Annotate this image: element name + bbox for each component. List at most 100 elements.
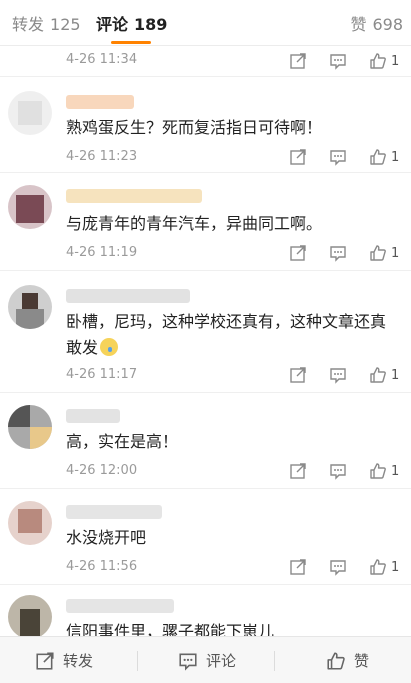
- comment-icon: [330, 150, 346, 166]
- username-blurred[interactable]: [66, 409, 120, 423]
- comment-item: 信阳事件里，骡子都能下崽儿: [0, 585, 411, 636]
- like-button[interactable]: 赞: [326, 637, 369, 683]
- comment-text: 高，实在是高！: [66, 432, 179, 451]
- repost-button[interactable]: 转发: [35, 637, 93, 683]
- share-button[interactable]: [289, 557, 307, 577]
- comment-time: 4-26 11:19: [66, 245, 138, 260]
- reply-button[interactable]: [329, 557, 347, 577]
- comment-time: 4-26 11:34: [66, 52, 138, 67]
- reply-button[interactable]: [329, 365, 347, 385]
- comment-button[interactable]: 评论: [178, 637, 236, 683]
- reply-button[interactable]: [329, 461, 347, 481]
- share-icon: [290, 463, 306, 479]
- like-count: 1: [391, 463, 400, 479]
- username-blurred[interactable]: [66, 505, 162, 519]
- tab-repost-count: 125: [50, 15, 81, 34]
- repost-label: 转发: [63, 652, 94, 670]
- thumbs-up-icon: [370, 53, 386, 69]
- like-button[interactable]: 1: [369, 243, 399, 263]
- username-blurred[interactable]: [66, 189, 202, 203]
- thumbs-up-icon: [370, 245, 386, 261]
- comment-item: 水没烧开吧 4-26 11:56 1: [0, 489, 411, 585]
- tab-comment[interactable]: 评论 189: [96, 11, 167, 35]
- comment-item: 与庞青年的青年汽车，异曲同工啊。 4-26 11:19 1: [0, 173, 411, 271]
- comment-icon: [330, 246, 346, 262]
- share-button[interactable]: [289, 243, 307, 263]
- reply-button[interactable]: [329, 243, 347, 263]
- thumbs-up-icon: [370, 149, 386, 165]
- comment-text: 与庞青年的青年汽车，异曲同工啊。: [66, 214, 323, 233]
- crying-face-emoji: [100, 338, 119, 356]
- username-blurred[interactable]: [66, 289, 190, 303]
- tab-repost[interactable]: 转发 125: [12, 11, 81, 35]
- comment-actions: 1: [271, 243, 411, 263]
- share-icon: [290, 149, 306, 165]
- tab-like-count: 698: [372, 15, 403, 34]
- comment-item: 4-26 11:34 1: [0, 47, 411, 77]
- tab-repost-label: 转发: [12, 15, 45, 34]
- tab-like-label: 赞: [350, 15, 367, 34]
- tab-comment-count: 189: [134, 15, 168, 34]
- like-count: 1: [391, 367, 400, 383]
- comment-actions: 1: [271, 51, 411, 71]
- comment-time: 4-26 11:17: [66, 367, 138, 382]
- share-button[interactable]: [289, 461, 307, 481]
- comment-icon: [330, 464, 346, 480]
- like-button[interactable]: 1: [369, 147, 399, 167]
- avatar[interactable]: [8, 405, 52, 449]
- comment-item: 熟鸡蛋反生？死而复活指日可待啊！ 4-26 11:23 1: [0, 77, 411, 173]
- comment-actions: 1: [271, 365, 411, 385]
- comment-text: 水没烧开吧: [66, 528, 147, 547]
- avatar[interactable]: [8, 285, 52, 329]
- comment-actions: 1: [271, 461, 411, 481]
- username-blurred[interactable]: [66, 599, 174, 613]
- comment-actions: 1: [271, 147, 411, 167]
- comment-item: 高，实在是高！ 4-26 12:00 1: [0, 393, 411, 489]
- like-count: 1: [391, 149, 400, 165]
- tab-like[interactable]: 赞 698: [350, 11, 403, 35]
- comment-text: 卧槽，尼玛，这种学校还真有，这种文章还真敢发: [66, 309, 395, 361]
- like-button[interactable]: 1: [369, 461, 399, 481]
- comment-time: 4-26 12:00: [66, 463, 138, 478]
- like-button[interactable]: 1: [369, 365, 399, 385]
- avatar[interactable]: [8, 595, 52, 636]
- avatar[interactable]: [8, 501, 52, 545]
- thumbs-up-icon: [327, 651, 345, 670]
- share-button[interactable]: [289, 147, 307, 167]
- share-button[interactable]: [289, 51, 307, 71]
- reply-button[interactable]: [329, 147, 347, 167]
- thumbs-up-icon: [370, 559, 386, 575]
- share-button[interactable]: [289, 365, 307, 385]
- share-icon: [290, 559, 306, 575]
- comment-icon: [330, 54, 346, 70]
- username-blurred[interactable]: [66, 95, 134, 109]
- comment-time: 4-26 11:23: [66, 149, 138, 164]
- like-button[interactable]: 1: [369, 51, 399, 71]
- comment-text: 信阳事件里，骡子都能下崽儿: [66, 622, 275, 636]
- avatar[interactable]: [8, 185, 52, 229]
- comment-tabs: 转发 125 评论 189 赞 698: [0, 0, 411, 46]
- share-icon: [290, 367, 306, 383]
- comment-icon: [330, 368, 346, 384]
- like-label: 赞: [354, 652, 370, 670]
- like-count: 1: [391, 559, 400, 575]
- like-button[interactable]: 1: [369, 557, 399, 577]
- comment-icon: [179, 653, 197, 671]
- comment-time: 4-26 11:56: [66, 559, 138, 574]
- tab-comment-label: 评论: [96, 15, 129, 34]
- comment-list[interactable]: 4-26 11:34 1 熟鸡蛋反生？死而复活指日可待啊！ 4-26 11:23: [0, 47, 411, 636]
- like-count: 1: [391, 245, 400, 261]
- active-tab-indicator: [111, 41, 151, 44]
- avatar[interactable]: [8, 91, 52, 135]
- divider: [137, 651, 138, 671]
- share-icon: [290, 245, 306, 261]
- comment-text: 熟鸡蛋反生？死而复活指日可待啊！: [66, 118, 323, 137]
- bottom-action-bar: 转发 评论 赞: [0, 636, 411, 683]
- thumbs-up-icon: [370, 367, 386, 383]
- reply-button[interactable]: [329, 51, 347, 71]
- thumbs-up-icon: [370, 463, 386, 479]
- comment-item: 卧槽，尼玛，这种学校还真有，这种文章还真敢发 4-26 11:17 1: [0, 271, 411, 393]
- like-count: 1: [391, 53, 400, 69]
- comment-label: 评论: [206, 652, 237, 670]
- share-icon: [290, 53, 306, 69]
